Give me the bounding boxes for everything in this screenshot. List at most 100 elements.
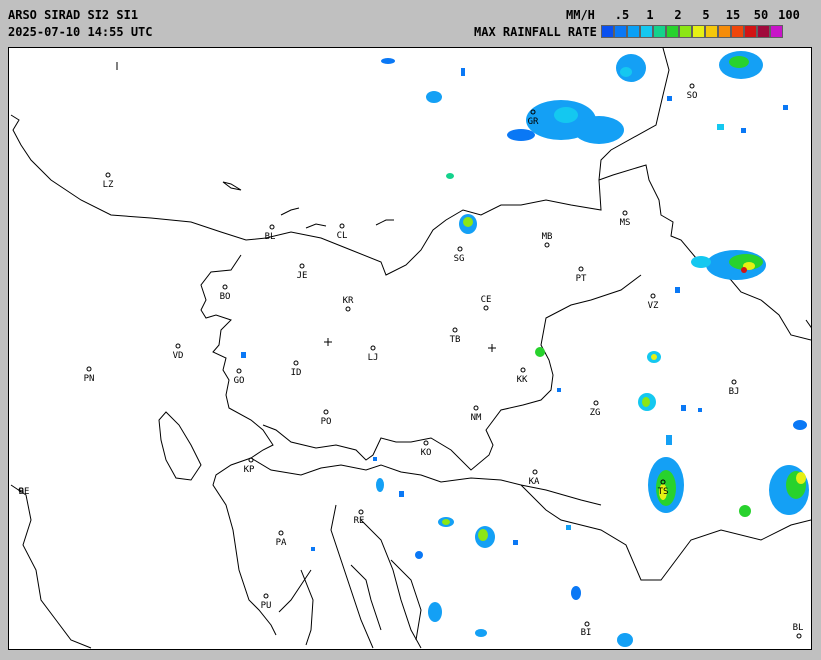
city-label: ID xyxy=(291,368,302,378)
echo-cell xyxy=(675,287,680,293)
legend-swatch xyxy=(744,25,757,38)
city-label: TS xyxy=(658,487,669,497)
city-ko: KO xyxy=(421,440,432,458)
echo-cell xyxy=(381,58,395,64)
city-label: BI xyxy=(581,628,592,638)
legend-swatch xyxy=(627,25,640,38)
echo-cell xyxy=(574,116,624,144)
city-label: BO xyxy=(220,292,231,302)
city-zg: ZG xyxy=(590,400,600,418)
echo-cell xyxy=(461,68,465,76)
legend-swatch xyxy=(757,25,770,38)
city-label: PO xyxy=(321,417,332,427)
city-nm: NM xyxy=(471,405,482,423)
city-label: LZ xyxy=(103,180,114,190)
city-label: LJ xyxy=(368,353,379,363)
city-pu: PU xyxy=(261,593,272,611)
legend-tick: 2 xyxy=(674,8,682,22)
echo-cell xyxy=(554,107,578,123)
echo-cell xyxy=(478,529,488,541)
city-label: KO xyxy=(421,448,432,458)
city-je: JE xyxy=(297,263,308,281)
city-lz: LZ xyxy=(103,172,114,190)
city-pa: PA xyxy=(276,530,287,548)
city-label: SO xyxy=(687,91,698,101)
legend-swatch xyxy=(601,25,614,38)
city-bo: BO xyxy=(220,284,231,302)
radar-site-marker xyxy=(488,344,496,352)
city-ka: KA xyxy=(529,469,540,487)
color-scale xyxy=(601,25,783,39)
legend-tick: .5 xyxy=(614,8,630,22)
city-re: RE xyxy=(354,509,364,526)
city-label: GR xyxy=(528,117,539,127)
echo-cell xyxy=(717,124,724,130)
city-label: JE xyxy=(297,271,308,281)
city-sg: SG xyxy=(454,246,464,264)
city-mb: MB xyxy=(542,232,553,248)
city-kr: KR xyxy=(343,296,354,312)
city-label: GO xyxy=(234,376,245,386)
city-po: PO xyxy=(321,409,332,427)
echo-cell xyxy=(698,408,702,412)
city-label: MS xyxy=(620,218,631,228)
echo-cell xyxy=(691,256,711,268)
echo-cell xyxy=(376,478,384,492)
radar-site-marker xyxy=(324,338,332,346)
city-label: NM xyxy=(471,413,482,423)
echo-cell xyxy=(428,602,442,622)
legend-swatch xyxy=(653,25,666,38)
city-ce: CE xyxy=(481,295,491,311)
echo-cell xyxy=(796,472,806,484)
echo-cell xyxy=(616,54,646,82)
city-id: ID xyxy=(291,360,302,378)
border-lines xyxy=(10,48,811,649)
echo-cell xyxy=(642,397,650,407)
echo-cell xyxy=(667,96,672,101)
legend-tick: 5 xyxy=(702,8,710,22)
echo-cell xyxy=(617,633,633,647)
echo-cell xyxy=(446,173,454,179)
legend-swatch xyxy=(614,25,627,38)
echo-cell xyxy=(535,347,545,357)
legend-swatch xyxy=(731,25,744,38)
city-kp: KP xyxy=(244,457,255,475)
legend-swatch xyxy=(718,25,731,38)
radar-echoes xyxy=(241,51,809,647)
city-kk: KK xyxy=(517,367,528,385)
city-label: BJ xyxy=(729,387,740,397)
echo-cell xyxy=(566,525,571,530)
radar-frame: ARSO SIRAD SI2 SI1 2025-07-10 14:55 UTC … xyxy=(0,0,821,660)
city-label: CL xyxy=(337,231,348,241)
city-lj: LJ xyxy=(368,345,379,363)
city-bl-south: BL xyxy=(793,623,803,639)
echo-cell xyxy=(415,551,423,559)
echo-cell xyxy=(399,491,404,497)
city-label: PU xyxy=(261,601,272,611)
echo-cell xyxy=(557,388,561,392)
city-bi: BI xyxy=(581,621,592,638)
echo-cell xyxy=(620,67,632,77)
legend-swatch xyxy=(640,25,653,38)
rate-label: MAX RAINFALL RATE xyxy=(474,25,597,39)
echo-cell xyxy=(426,91,442,103)
city-label: VZ xyxy=(648,301,659,311)
legend-swatch xyxy=(666,25,679,38)
legend-swatch xyxy=(692,25,705,38)
echo-cell xyxy=(571,586,581,600)
city-cl: CL xyxy=(337,223,348,241)
units-label: MM/H xyxy=(566,8,595,22)
echo-cell xyxy=(739,505,751,517)
echo-cell xyxy=(463,217,473,227)
city-label: KK xyxy=(517,375,528,385)
echo-cell xyxy=(681,405,686,411)
city-so: SO xyxy=(687,83,698,101)
city-label: MB xyxy=(542,232,553,242)
echo-cell xyxy=(311,547,315,551)
legend-tick: 15 xyxy=(725,8,741,22)
echo-cell xyxy=(666,435,672,445)
city-label: KA xyxy=(529,477,540,487)
city-label: BL xyxy=(265,232,276,242)
echo-cell xyxy=(729,56,749,68)
timestamp: 2025-07-10 14:55 UTC xyxy=(8,25,153,39)
